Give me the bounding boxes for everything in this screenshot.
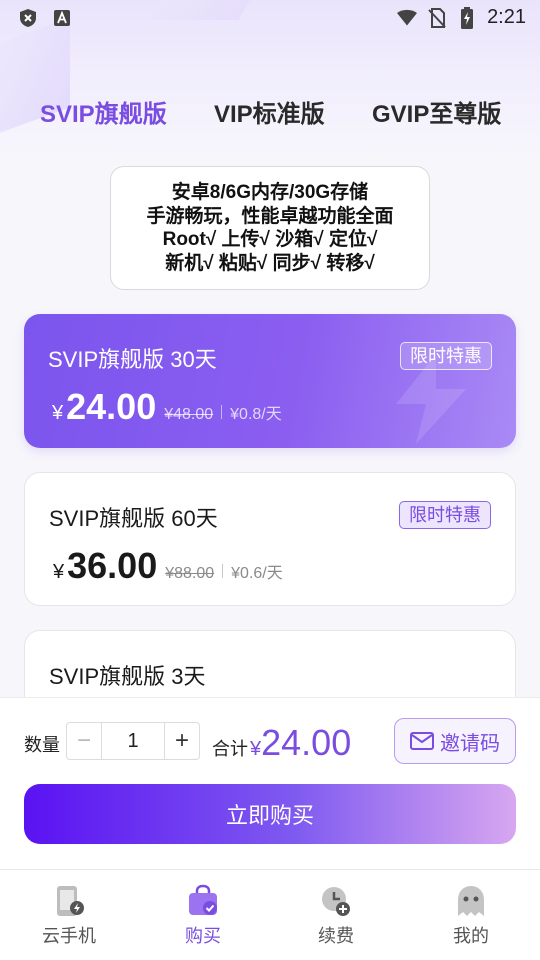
quantity-label: 数量	[24, 735, 60, 755]
feature-line: 安卓8/6G内存/30G存储	[171, 182, 369, 203]
total-currency: ¥	[250, 738, 262, 760]
status-bar: 2:21	[0, 0, 540, 36]
tab-vip[interactable]: VIP标准版	[214, 94, 325, 129]
nav-label: 购买	[185, 926, 221, 946]
feature-line: 新机√ 粘贴√ 同步√ 转移√	[165, 252, 375, 274]
no-sim-icon	[427, 7, 447, 28]
plan-card-60-days[interactable]: SVIP旗舰版 60天 限时特惠 ¥ 36.00 ¥88.00 ¥0.6/天	[24, 472, 516, 606]
buy-now-button[interactable]: 立即购买	[24, 784, 516, 844]
nav-mine[interactable]: 我的	[421, 884, 521, 948]
plan-name: SVIP旗舰版 3天	[49, 664, 206, 689]
plan-card-30-days[interactable]: SVIP旗舰版 30天 限时特惠 ¥ 24.00 ¥48.00 ¥0.8/天	[24, 314, 516, 448]
tab-gvip[interactable]: GVIP至尊版	[372, 94, 501, 129]
price-row: ¥ 36.00 ¥88.00 ¥0.6/天	[53, 545, 283, 587]
nav-cloud-phone[interactable]: 云手机	[19, 884, 119, 948]
quantity-value[interactable]: 1	[102, 723, 164, 759]
wifi-icon	[397, 8, 418, 28]
nav-renew[interactable]: 续费	[286, 884, 386, 948]
divider	[221, 405, 223, 419]
promo-badge: 限时特惠	[399, 501, 491, 529]
promo-badge: 限时特惠	[400, 342, 492, 370]
plan-name: SVIP旗舰版 30天	[48, 347, 217, 372]
invite-code-button[interactable]: 邀请码	[394, 718, 516, 764]
original-price: ¥88.00	[165, 565, 215, 582]
total-amount: 24.00	[261, 722, 352, 763]
bottom-navigation: 云手机 购买 续费 我的	[0, 869, 540, 960]
nav-label: 云手机	[42, 926, 96, 946]
plan-tier-tabs: SVIP旗舰版 VIP标准版 GVIP至尊版	[0, 94, 540, 130]
tab-svip[interactable]: SVIP旗舰版	[40, 94, 167, 129]
feature-line: 手游畅玩，性能卓越功能全面	[146, 205, 394, 227]
total-label: 合计	[212, 739, 248, 759]
currency-symbol: ¥	[53, 561, 65, 583]
total-price: 合计 ¥ 24.00	[212, 722, 351, 764]
plan-name: SVIP旗舰版 60天	[49, 506, 218, 531]
shield-x-icon	[18, 8, 38, 28]
original-price: ¥48.00	[164, 406, 214, 423]
cloud-phone-icon	[52, 884, 86, 918]
plan-price: 24.00	[66, 386, 157, 427]
purchase-panel: 数量 − 1 + 合计 ¥ 24.00 邀请码 立即购买	[0, 697, 540, 869]
clock-plus-icon	[319, 884, 353, 918]
currency-symbol: ¥	[52, 402, 64, 424]
quantity-stepper: − 1 +	[66, 722, 200, 760]
status-time: 2:21	[487, 6, 526, 28]
feature-line: Root√ 上传√ 沙箱√ 定位√	[162, 229, 378, 250]
nav-label: 续费	[318, 926, 354, 946]
nav-label: 我的	[453, 926, 489, 946]
invite-code-label: 邀请码	[440, 732, 500, 755]
increment-button[interactable]: +	[164, 723, 199, 759]
shopping-bag-icon	[186, 884, 220, 918]
plan-price: 36.00	[67, 545, 158, 586]
mail-icon	[410, 732, 434, 750]
nav-buy[interactable]: 购买	[153, 884, 253, 948]
font-a-icon	[52, 8, 72, 28]
per-day-price: ¥0.6/天	[231, 565, 283, 582]
divider	[222, 564, 224, 578]
feature-summary: 安卓8/6G内存/30G存储 手游畅玩，性能卓越功能全面 Root√ 上传√ 沙…	[110, 166, 430, 290]
battery-charging-icon	[457, 6, 477, 29]
ghost-icon	[454, 884, 488, 918]
decrement-button[interactable]: −	[67, 723, 102, 759]
price-row: ¥ 24.00 ¥48.00 ¥0.8/天	[52, 386, 282, 428]
per-day-price: ¥0.8/天	[230, 406, 282, 423]
